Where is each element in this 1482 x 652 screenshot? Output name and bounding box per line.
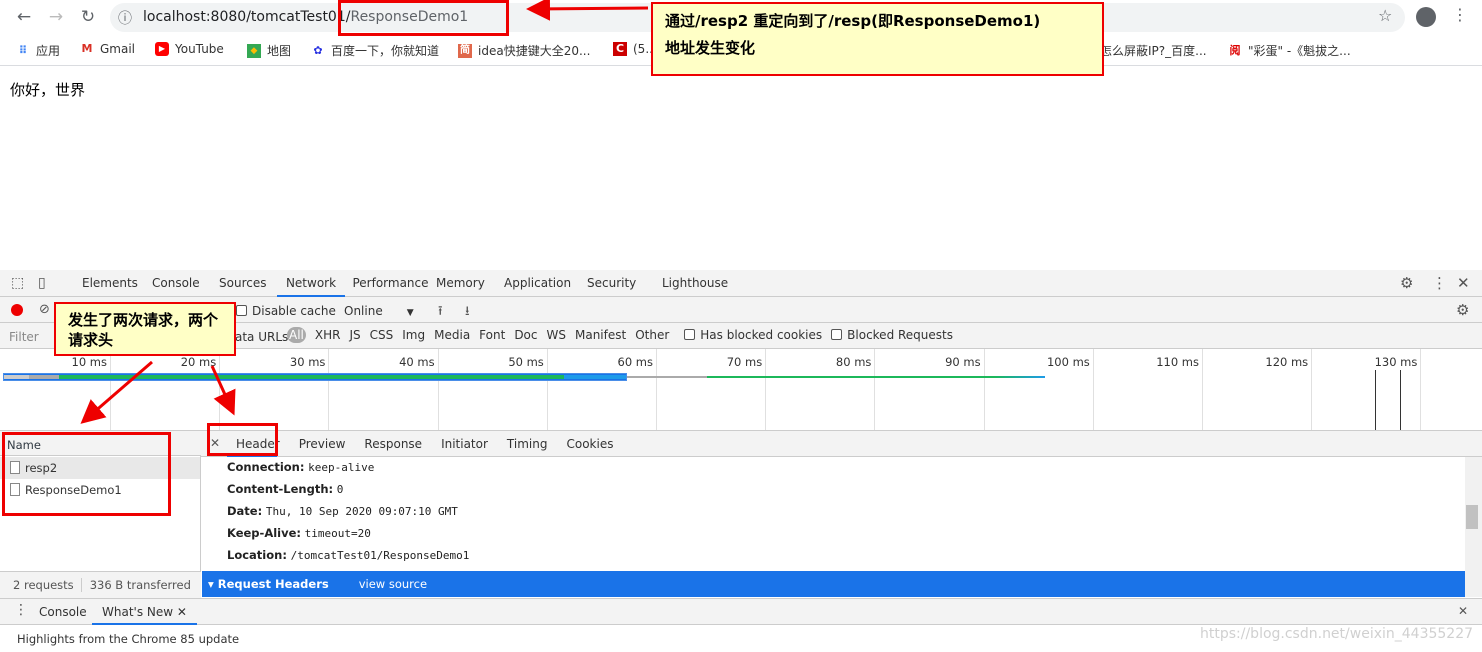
arrow-to-requests (80, 360, 153, 424)
arrow-to-header-tab (210, 365, 236, 416)
arrow-to-url (526, 0, 649, 21)
annotation-arrows (80, 0, 649, 424)
